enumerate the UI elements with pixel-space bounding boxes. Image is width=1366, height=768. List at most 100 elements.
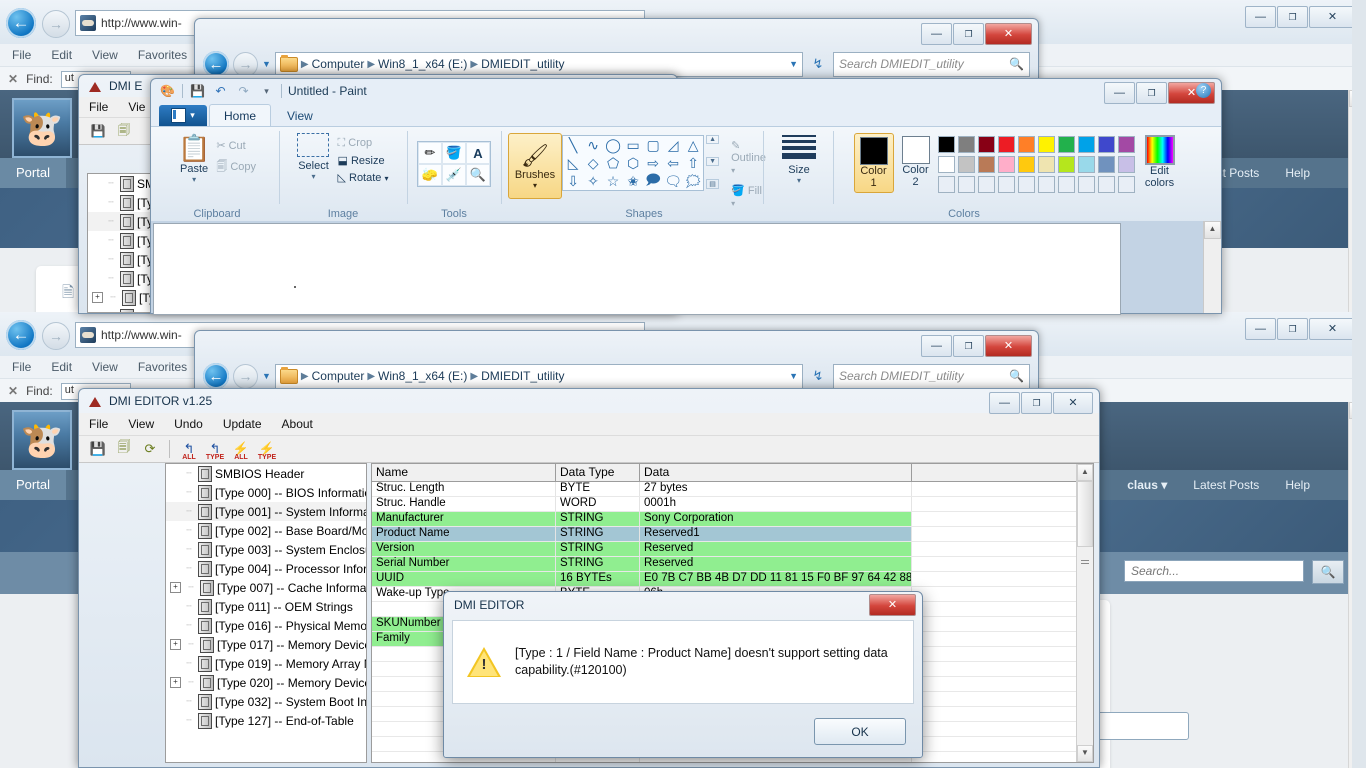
chevron-down-icon[interactable]: ▾ (533, 181, 537, 190)
minimize-button[interactable]: — (921, 335, 952, 357)
crumb-folder[interactable]: DMIEDIT_utility (481, 57, 564, 71)
menu-favorites[interactable]: Favorites (138, 360, 187, 374)
table-row[interactable]: Manufacturer STRING Sony Corporation (372, 512, 1093, 527)
close-button[interactable]: ✕ (1053, 392, 1093, 414)
cell-data-type[interactable]: 16 BYTEs (556, 572, 640, 586)
expand-icon[interactable]: + (170, 582, 181, 593)
maximize-button[interactable]: ❐ (953, 23, 984, 45)
dialog-ok-button[interactable]: OK (814, 718, 906, 745)
window-controls-bottom-browser[interactable]: — ❐ ✕ (1245, 318, 1356, 340)
paint-window[interactable]: 🎨 💾 ↶ ↷ ▾ Untitled - Paint — ❐ ✕ ▾ Home … (150, 78, 1222, 315)
nav-portal[interactable]: Portal (0, 470, 66, 500)
dmi-toolbar[interactable]: 💾 🗐 ⟳ ↰ ALL ↰ TYPE ⚡ ALL ⚡ TYPE (79, 436, 1099, 463)
shapes-expand[interactable]: ▤ (706, 179, 720, 189)
palette-swatch-1-8[interactable] (1077, 136, 1095, 153)
maximize-button[interactable]: ❐ (1277, 6, 1308, 28)
table-row[interactable]: Struc. Handle WORD 0001h (372, 497, 1093, 512)
fill-button[interactable]: 🪣 Fill ▾ (731, 184, 766, 209)
tree-item[interactable]: ┄ [Type 000] -- BIOS Information (166, 483, 366, 502)
shape-right-triangle-icon[interactable]: ◺ (563, 154, 583, 172)
palette-swatch-2-2[interactable] (957, 156, 975, 173)
palette-swatch-2-5[interactable] (1017, 156, 1035, 173)
cell-data[interactable]: 0001h (640, 497, 912, 511)
menu-update[interactable]: Update (223, 417, 262, 431)
minimize-button[interactable]: — (1245, 6, 1276, 28)
close-button[interactable]: ✕ (985, 335, 1032, 357)
palette-swatch-3-1[interactable] (937, 176, 955, 193)
shape-oval-callout-icon[interactable]: 🗨 (663, 172, 683, 190)
cell-extra[interactable] (912, 677, 1093, 691)
crumb-drive[interactable]: Win8_1_x64 (E:) (378, 369, 467, 383)
cell-extra[interactable] (912, 602, 1093, 616)
scroll-up-button[interactable]: ▲ (1204, 221, 1221, 239)
cell-data-type[interactable]: STRING (556, 557, 640, 571)
palette-swatch-1-4[interactable] (997, 136, 1015, 153)
cell-extra[interactable] (912, 707, 1093, 721)
recent-pages-icon[interactable]: ▼ (262, 59, 271, 69)
shape-triangle-icon[interactable]: △ (683, 136, 703, 154)
close-button[interactable]: ✕ (1309, 318, 1356, 340)
copy-button[interactable]: 🗐 Copy (216, 158, 256, 177)
paint-canvas-area[interactable]: ▲ (151, 221, 1221, 315)
tree-item[interactable]: + ┄ [Type 007] -- Cache Informati (166, 578, 366, 597)
cell-extra[interactable] (912, 722, 1093, 736)
tree-item[interactable]: ┄ [Type 004] -- Processor Inform (166, 559, 366, 578)
shape-rounded-callout-icon[interactable]: 🗩 (643, 171, 663, 190)
minimize-button[interactable]: — (921, 23, 952, 45)
menu-file[interactable]: File (12, 360, 31, 374)
col-extra[interactable] (912, 464, 1093, 481)
palette-swatch-2-3[interactable] (977, 156, 995, 173)
tree-item[interactable]: + ┄ [Type 017] -- Memory Device (166, 635, 366, 654)
table-row[interactable]: Product Name STRING Reserved1 (372, 527, 1093, 542)
shape-left-arrow-icon[interactable]: ⇦ (663, 154, 683, 172)
cell-extra[interactable] (912, 662, 1093, 676)
save-icon[interactable]: 💾 (189, 83, 206, 100)
cell-name[interactable]: Struc. Length (372, 482, 556, 496)
paint-help-icon[interactable]: ? (1196, 83, 1211, 98)
scroll-thumb[interactable] (1077, 481, 1093, 547)
crop-button[interactable]: ⛶ Crop (337, 137, 388, 150)
back-button[interactable]: ← (203, 363, 229, 389)
cut-button[interactable]: ✂ Cut (216, 139, 256, 152)
rotate-button[interactable]: ◺ Rotate ▾ (337, 171, 388, 184)
eraser-tool-icon[interactable]: 🧽 (418, 164, 442, 186)
window-controls-top-browser[interactable]: — ❐ ✕ (1245, 6, 1356, 28)
menu-edit[interactable]: Edit (51, 48, 72, 62)
close-find-icon[interactable]: ✕ (8, 72, 18, 86)
refresh-icon[interactable]: ⟳ (139, 438, 161, 460)
palette-swatch-2-4[interactable] (997, 156, 1015, 173)
tree-item[interactable]: ┄ [Type 011] -- OEM Strings (166, 597, 366, 616)
shape-cloud-callout-icon[interactable]: 🗯 (683, 172, 703, 190)
breadcrumb[interactable]: ▶ Computer ▶ Win8_1_x64 (E:) ▶ DMIEDIT_u… (274, 363, 803, 389)
brushes-button[interactable]: 🖌 Brushes ▾ (508, 133, 562, 199)
cell-extra[interactable] (912, 632, 1093, 646)
close-button[interactable]: ✕ (985, 23, 1032, 45)
tree-item[interactable]: ┄ [Type 032] -- System Boot Inf (166, 692, 366, 711)
palette-swatch-3-2[interactable] (957, 176, 975, 193)
tree-item[interactable]: ┄ [Type 001] -- System Informat (166, 502, 366, 521)
nav-portal[interactable]: Portal (0, 158, 66, 188)
expand-icon[interactable]: + (92, 292, 103, 303)
edit-colors-button[interactable]: Edit colors (1144, 133, 1175, 189)
save-icon[interactable]: 💾 (87, 438, 109, 460)
cell-extra[interactable] (912, 497, 1093, 511)
tab-home[interactable]: Home (209, 104, 272, 126)
tree-item[interactable]: + ┄ [Type 020] -- Memory Device (166, 673, 366, 692)
magnifier-tool-icon[interactable]: 🔍 (466, 164, 490, 186)
forward-button[interactable]: → (42, 10, 70, 38)
shape-down-arrow-icon[interactable]: ⇩ (563, 172, 583, 190)
cell-data-type[interactable]: STRING (556, 527, 640, 541)
table-row[interactable]: Struc. Length BYTE 27 bytes (372, 482, 1093, 497)
cell-extra[interactable] (912, 542, 1093, 556)
chevron-down-icon[interactable]: ▾ (192, 175, 196, 184)
help-link[interactable]: Help (1285, 166, 1310, 180)
table-row[interactable]: Version STRING Reserved (372, 542, 1093, 557)
cell-name[interactable]: Serial Number (372, 557, 556, 571)
cell-extra[interactable] (912, 572, 1093, 586)
redo-icon[interactable]: ↷ (235, 83, 252, 100)
palette-swatch-1-10[interactable] (1117, 136, 1135, 153)
undo-icon[interactable]: ↶ (212, 83, 229, 100)
expand-icon[interactable]: + (170, 639, 181, 650)
cell-extra[interactable] (912, 752, 1093, 762)
select-button[interactable]: Select ▾ (297, 133, 330, 184)
